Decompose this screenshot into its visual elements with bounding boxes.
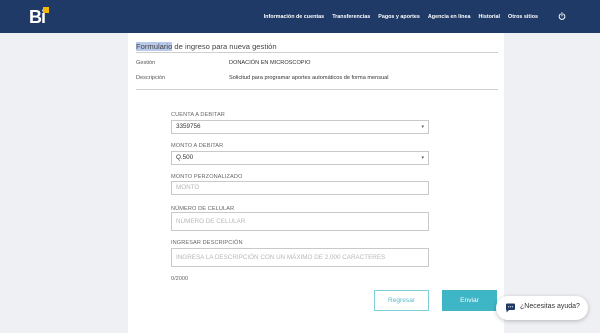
nav-item-history[interactable]: Historial: [478, 14, 500, 20]
caret-down-icon: ▾: [421, 124, 424, 130]
nav-item-transfers[interactable]: Transferencias: [332, 14, 370, 20]
amount-value: Q.500: [176, 154, 194, 161]
title-highlight: Formulario: [136, 42, 173, 51]
title-divider: [136, 52, 498, 53]
logo-accent-square: [43, 7, 49, 13]
nav-item-account-info[interactable]: Información de cuentas: [264, 14, 325, 20]
description-input-label: INGRESAR DESCRIPCIÓN: [171, 240, 243, 246]
submit-button[interactable]: Enviar: [442, 290, 497, 311]
power-icon[interactable]: [558, 12, 566, 20]
phone-input[interactable]: NÚMERO DE CELULAR: [171, 212, 429, 231]
account-value: 3359756: [176, 123, 201, 130]
nav-item-payments[interactable]: Pagos y aportes: [378, 14, 420, 20]
caret-down-icon: ▾: [421, 155, 424, 161]
chat-label: ¿Necesitas ayuda?: [520, 303, 580, 310]
main-nav: Información de cuentas Transferencias Pa…: [264, 10, 538, 24]
chat-bubble-icon: [506, 303, 515, 313]
nav-item-online-agency[interactable]: Agencia en línea: [428, 14, 471, 20]
page-title: Formulario de ingreso para nueva gestión: [136, 42, 277, 51]
nav-item-other-sites[interactable]: Otros sitios: [508, 14, 538, 20]
info-divider: [136, 89, 498, 90]
top-navigation-bar: Bi Información de cuentas Transferencias…: [0, 0, 600, 33]
amount-label: MONTO A DEBITAR: [171, 143, 224, 149]
custom-amount-input[interactable]: MONTO: [171, 181, 429, 195]
account-label: CUENTA A DEBITAR: [171, 112, 225, 118]
form-card: Formulario de ingreso para nueva gestión…: [128, 33, 504, 333]
description-textarea[interactable]: INGRESA LA DESCRIPCIÓN CON UN MÁXIMO DE …: [171, 248, 429, 267]
gestion-label: Gestión: [136, 60, 156, 66]
description-value: Solicitud para programar aportes automát…: [229, 75, 389, 81]
amount-select[interactable]: Q.500 ▾: [171, 151, 429, 165]
bi-logo[interactable]: Bi: [29, 6, 51, 28]
account-select[interactable]: 3359756 ▾: [171, 120, 429, 134]
help-chat-button[interactable]: ¿Necesitas ayuda?: [496, 296, 588, 320]
character-counter: 0/2000: [171, 276, 189, 282]
back-button[interactable]: Regresar: [374, 290, 429, 311]
custom-amount-label: MONTO PERZONALIZADO: [171, 174, 243, 180]
gestion-value: DONACIÓN EN MICROSCOPIO: [229, 60, 311, 66]
description-label: Descripción: [136, 75, 166, 81]
title-rest: de ingreso para nueva gestión: [172, 42, 277, 51]
